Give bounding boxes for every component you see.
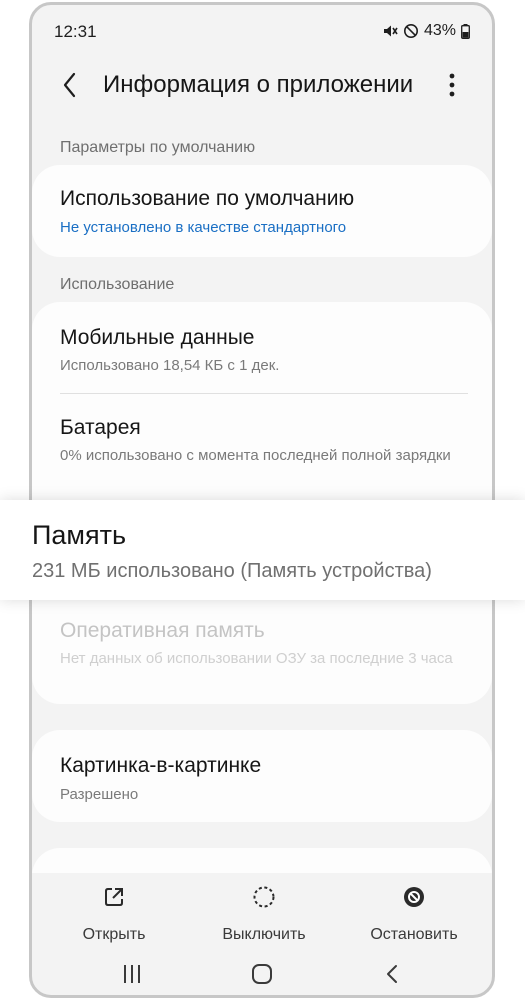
more-options-button[interactable] (442, 71, 462, 99)
open-button[interactable]: Открыть (54, 881, 174, 947)
pip-card: Картинка-в-картинке Разрешено (32, 730, 492, 822)
stop-label: Остановить (370, 926, 458, 943)
bottom-action-bar: Открыть Выключить Остановить (32, 873, 492, 953)
battery-icon (461, 23, 470, 39)
open-label: Открыть (82, 926, 146, 943)
battery-subtitle: 0% использовано с момента последней полн… (60, 447, 451, 464)
status-icons: 43% (382, 21, 470, 41)
app-bar: Информация о приложении (32, 60, 492, 110)
back-button[interactable] (58, 69, 82, 101)
defaults-card: Использование по умолчанию Не установлен… (32, 165, 492, 257)
open-external-icon (105, 888, 123, 906)
disable-circle-icon (253, 886, 275, 908)
pip-item[interactable]: Картинка-в-картинке Разрешено (32, 730, 492, 822)
section-label-usage: Использование (60, 276, 175, 293)
status-time: 12:31 (54, 22, 97, 41)
stop-icon (404, 887, 424, 907)
default-usage-title: Использование по умолчанию (60, 187, 355, 210)
section-label-defaults: Параметры по умолчанию (60, 139, 256, 156)
mobile-data-title: Мобильные данные (60, 326, 255, 349)
chevron-left-icon (63, 72, 76, 98)
disable-button[interactable]: Выключить (204, 881, 324, 947)
ram-subtitle: Нет данных об использовании ОЗУ за после… (60, 650, 453, 667)
storage-item[interactable]: Память 231 МБ использовано (Память устро… (0, 500, 525, 600)
more-vertical-icon (449, 73, 455, 97)
recents-icon (124, 965, 140, 983)
ram-title: Оперативная память (60, 619, 265, 642)
home-icon (252, 964, 272, 984)
ram-item[interactable]: Оперативная память Нет данных об использ… (32, 604, 492, 704)
storage-subtitle: 231 МБ использовано (Память устройства) (32, 560, 432, 582)
battery-percent: 43% (423, 22, 456, 39)
back-icon (387, 965, 397, 983)
mute-icon (382, 23, 398, 39)
pip-title: Картинка-в-картинке (60, 754, 262, 777)
disable-label: Выключить (222, 926, 306, 943)
storage-title: Память (32, 520, 127, 550)
status-bar: 12:31 43% (32, 5, 492, 55)
home-button[interactable] (242, 963, 282, 989)
pip-subtitle: Разрешено (60, 786, 139, 803)
system-nav-bar (32, 953, 492, 995)
page-title: Информация о приложении (103, 71, 414, 98)
default-usage-item[interactable]: Использование по умолчанию Не установлен… (32, 165, 492, 257)
nav-back-button[interactable] (372, 963, 412, 989)
default-usage-subtitle: Не установлено в качестве стандартного (60, 219, 347, 236)
battery-title: Батарея (60, 416, 141, 439)
stop-button[interactable]: Остановить (354, 881, 474, 947)
battery-item[interactable]: Батарея 0% использовано с момента послед… (32, 394, 492, 502)
recents-button[interactable] (112, 963, 152, 989)
mobile-data-subtitle: Использовано 18,54 КБ с 1 дек. (60, 357, 280, 374)
mobile-data-item[interactable]: Мобильные данные Использовано 18,54 КБ с… (32, 302, 492, 392)
do-not-disturb-icon (403, 23, 419, 39)
